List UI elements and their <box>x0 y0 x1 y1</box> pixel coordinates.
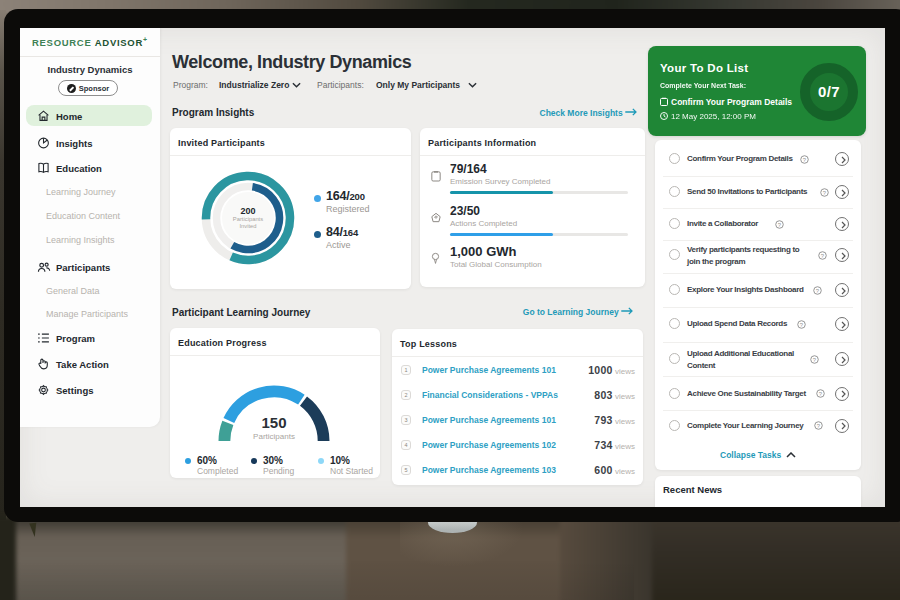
svg-text:?: ? <box>817 423 821 429</box>
svg-text:?: ? <box>813 356 817 362</box>
svg-text:?: ? <box>800 321 804 327</box>
svg-text:?: ? <box>821 252 825 258</box>
svg-text:?: ? <box>823 189 827 195</box>
svg-text:?: ? <box>816 287 820 293</box>
svg-text:?: ? <box>803 156 807 162</box>
svg-text:?: ? <box>819 391 823 397</box>
svg-text:?: ? <box>778 221 782 227</box>
